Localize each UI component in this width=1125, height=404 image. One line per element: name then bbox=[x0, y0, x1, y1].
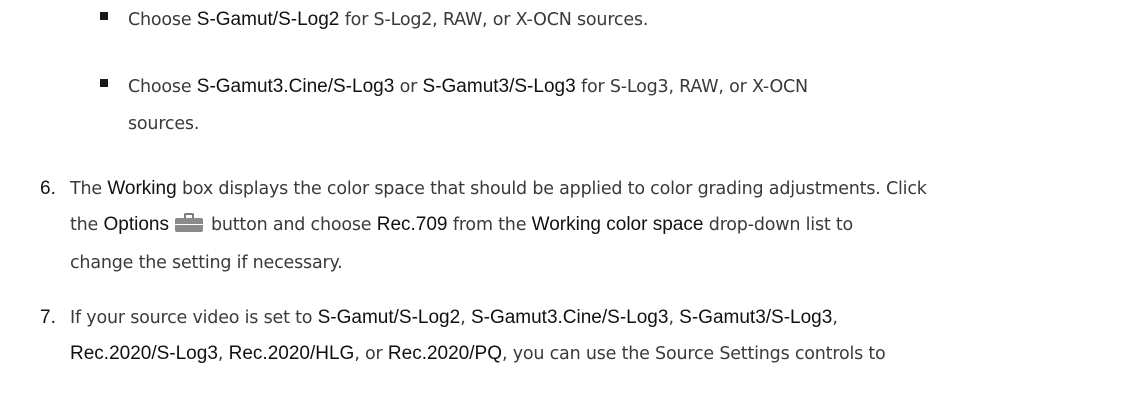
toolbox-icon bbox=[174, 213, 203, 232]
bullet-marker bbox=[100, 12, 108, 20]
term-s-gamut-s-log2: S-Gamut/S-Log2 bbox=[317, 307, 461, 328]
bullet-text: Choose S-Gamut/S-Log2 for S-Log2, RAW, o… bbox=[128, 9, 649, 30]
step-text: Rec.2020/S-Log3, Rec.2020/HLG, or Rec.20… bbox=[70, 343, 886, 364]
bullet-marker bbox=[100, 79, 108, 87]
step-number: 7. bbox=[40, 307, 56, 328]
term-rec2020-hlg: Rec.2020/HLG bbox=[228, 343, 355, 364]
term-working: Working bbox=[107, 178, 177, 199]
term-s-gamut3-s-log3: S-Gamut3/S-Log3 bbox=[422, 76, 576, 97]
term-rec2020-pq: Rec.2020/PQ bbox=[387, 343, 502, 364]
term-rec709: Rec.709 bbox=[376, 214, 448, 235]
term-s-gamut3-s-log3: S-Gamut3/S-Log3 bbox=[679, 307, 833, 328]
term-rec2020-s-log3: Rec.2020/S-Log3 bbox=[70, 343, 218, 364]
term-s-gamut-s-log2: S-Gamut/S-Log2 bbox=[196, 9, 340, 30]
step-text: If your source video is set to S-Gamut/S… bbox=[70, 307, 838, 328]
step-number: 6. bbox=[40, 178, 56, 199]
term-s-gamut3-cine-s-log3: S-Gamut3.Cine/S-Log3 bbox=[470, 307, 669, 328]
step-text: The Working box displays the color space… bbox=[70, 178, 927, 199]
step-text: the Options button and choose Rec.709 fro… bbox=[70, 213, 854, 235]
bullet-text-continuation: sources. bbox=[128, 114, 200, 134]
term-s-gamut3-cine-s-log3: S-Gamut3.Cine/S-Log3 bbox=[196, 76, 395, 97]
term-options: Options bbox=[103, 214, 169, 235]
bullet-text: Choose S-Gamut3.Cine/S-Log3 or S-Gamut3/… bbox=[128, 76, 808, 97]
step-text: change the setting if necessary. bbox=[70, 253, 343, 273]
term-working-color-space: Working color space bbox=[531, 214, 704, 235]
